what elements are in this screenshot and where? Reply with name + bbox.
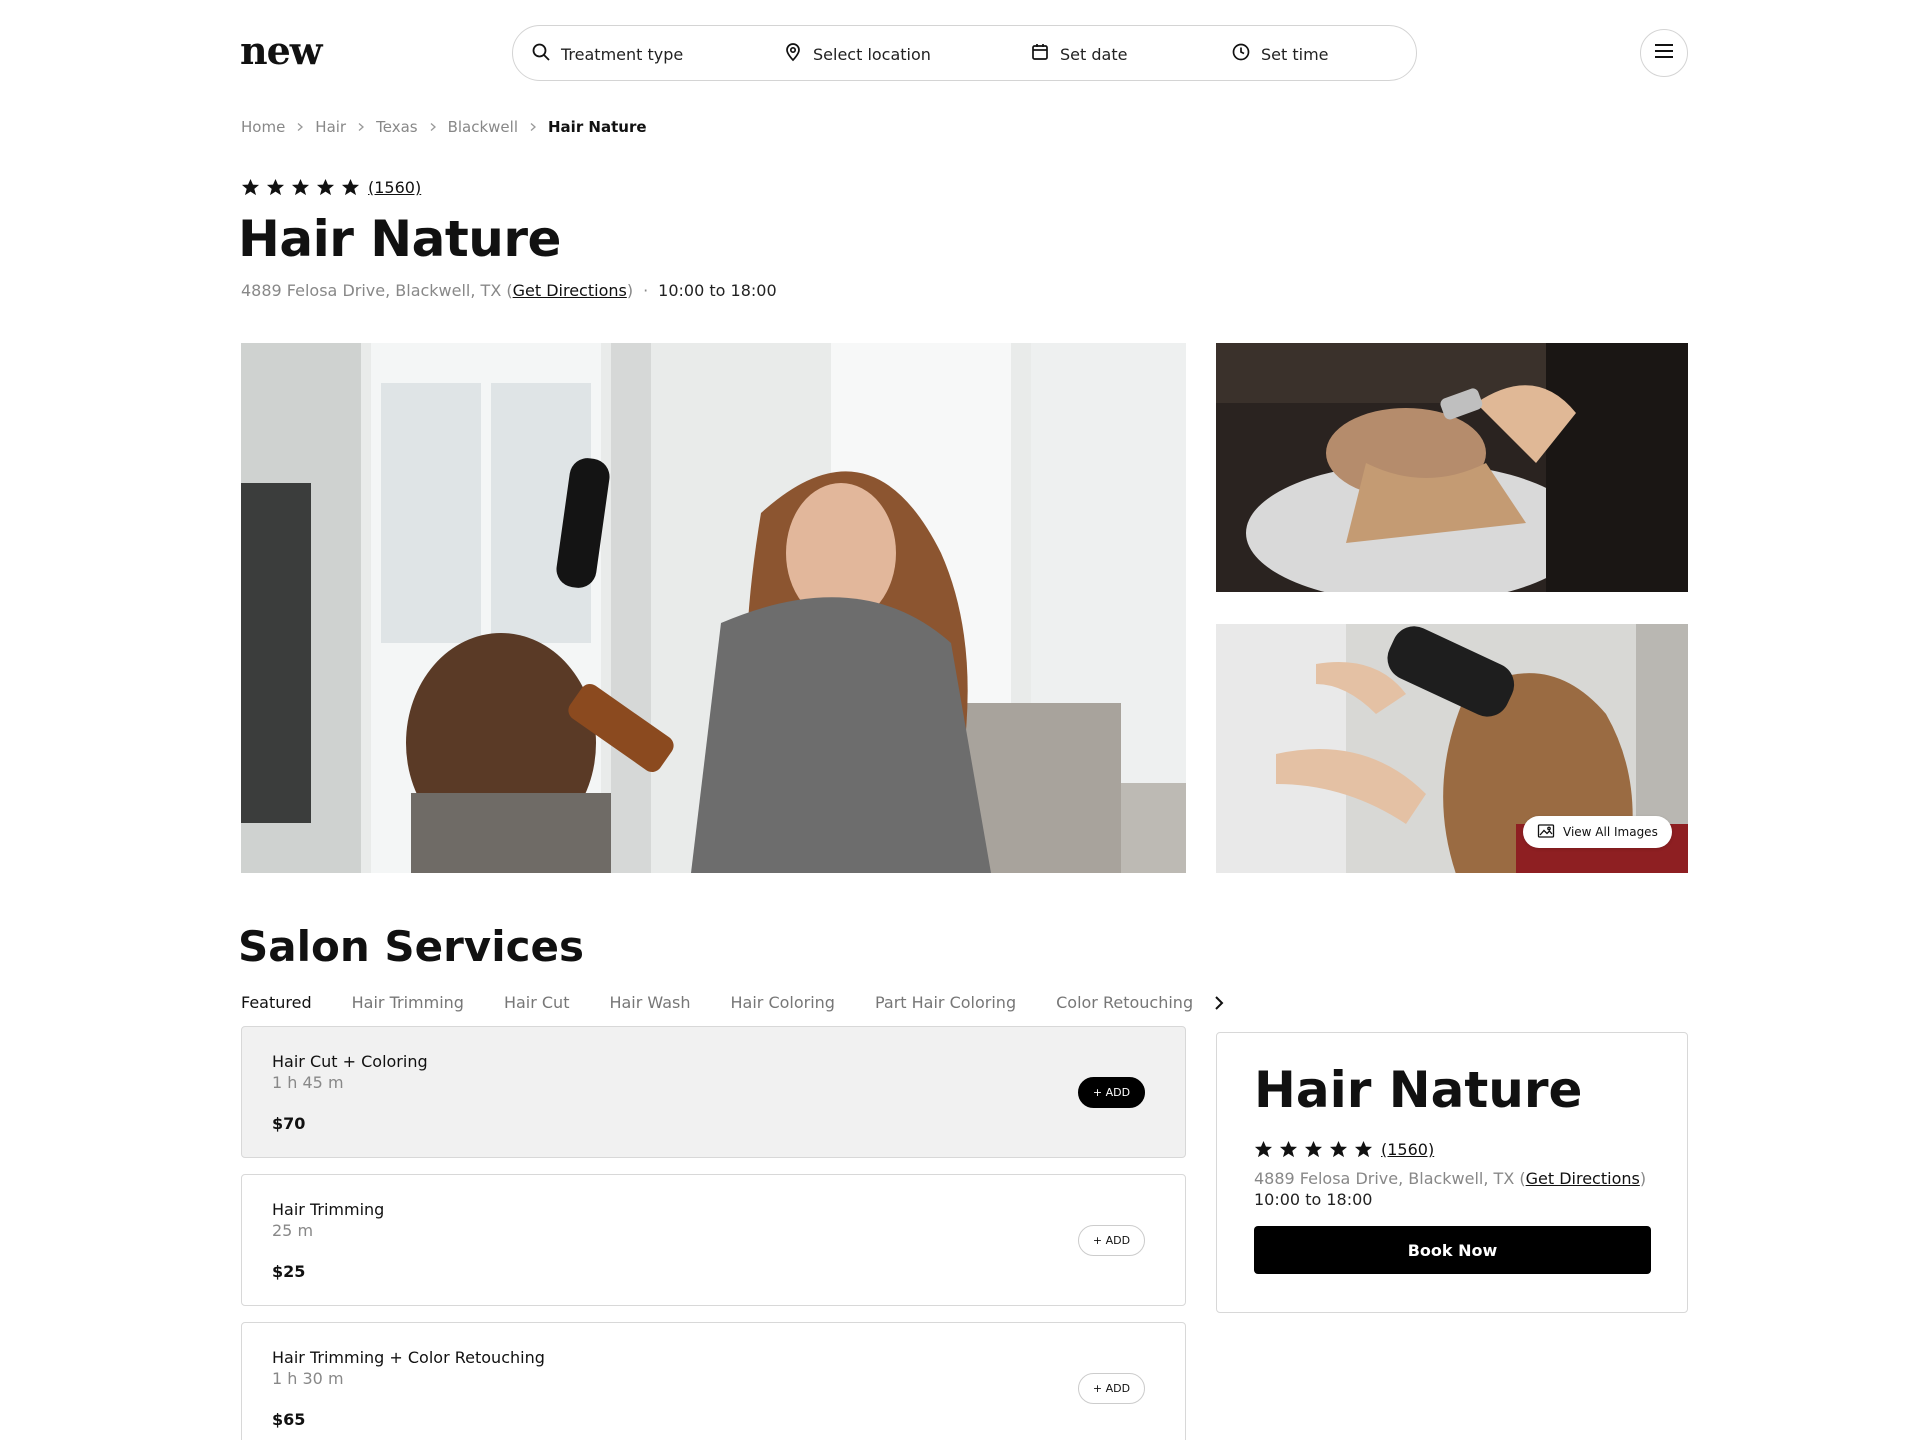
chevron-right-icon — [295, 122, 305, 132]
star-icon — [1254, 1140, 1273, 1158]
service-card[interactable]: Hair Cut + Coloring 1 h 45 m $70 + ADD — [241, 1026, 1186, 1158]
view-all-images-label: View All Images — [1563, 825, 1658, 839]
time-field[interactable]: Set time — [1231, 26, 1329, 82]
review-count-link[interactable]: (1560) — [1381, 1140, 1434, 1159]
star-icon — [1329, 1140, 1348, 1158]
breadcrumb-item-hair[interactable]: Hair — [315, 118, 346, 136]
opening-hours: 10:00 to 18:00 — [658, 281, 777, 300]
star-icon — [341, 178, 360, 196]
hamburger-icon — [1652, 39, 1676, 67]
breadcrumb-item-blackwell[interactable]: Blackwell — [448, 118, 518, 136]
search-bar: Treatment type Select location Set date … — [512, 25, 1417, 81]
map-pin-icon — [783, 42, 803, 66]
service-name: Hair Cut + Coloring — [272, 1052, 428, 1071]
get-directions-link[interactable]: Get Directions — [513, 281, 627, 300]
service-price: $25 — [272, 1262, 306, 1281]
service-name: Hair Trimming — [272, 1200, 385, 1219]
tab-hair-trimming[interactable]: Hair Trimming — [352, 993, 464, 1012]
breadcrumb-item-home[interactable]: Home — [241, 118, 285, 136]
booking-card-title: Hair Nature — [1254, 1061, 1583, 1119]
service-duration: 25 m — [272, 1221, 314, 1240]
address: 4889 Felosa Drive, Blackwell, TX — [1254, 1169, 1515, 1188]
image-icon — [1537, 822, 1555, 843]
chevron-right-icon — [356, 122, 366, 132]
booking-card-rating: (1560) — [1254, 1140, 1434, 1159]
service-price: $65 — [272, 1410, 306, 1429]
service-name: Hair Trimming + Color Retouching — [272, 1348, 545, 1367]
breadcrumb: Home Hair Texas Blackwell Hair Nature — [241, 118, 647, 136]
add-service-button[interactable]: + ADD — [1078, 1373, 1145, 1404]
add-service-button[interactable]: + ADD — [1078, 1225, 1145, 1256]
get-directions-link[interactable]: Get Directions — [1526, 1169, 1640, 1188]
location-label: Select location — [813, 44, 931, 64]
view-all-images-button[interactable]: View All Images — [1523, 816, 1672, 848]
chevron-right-icon — [528, 122, 538, 132]
breadcrumb-item-texas[interactable]: Texas — [376, 118, 417, 136]
service-card[interactable]: Hair Trimming 25 m $25 + ADD — [241, 1174, 1186, 1306]
star-icon — [291, 178, 310, 196]
star-rating — [1254, 1140, 1373, 1159]
search-icon — [531, 42, 551, 66]
services-title: Salon Services — [238, 922, 584, 971]
booking-card: Hair Nature (1560) 4889 Felosa Drive, Bl… — [1216, 1032, 1688, 1313]
date-field[interactable]: Set date — [1030, 26, 1127, 82]
star-icon — [1279, 1140, 1298, 1158]
opening-hours: 10:00 to 18:00 — [1254, 1190, 1373, 1209]
service-duration: 1 h 45 m — [272, 1073, 344, 1092]
service-duration: 1 h 30 m — [272, 1369, 344, 1388]
breadcrumb-current: Hair Nature — [548, 118, 647, 136]
service-tabs: Featured Hair Trimming Hair Cut Hair Was… — [241, 993, 1227, 1012]
address: 4889 Felosa Drive, Blackwell, TX — [241, 281, 502, 300]
star-icon — [266, 178, 285, 196]
separator-dot: · — [643, 281, 649, 300]
menu-button[interactable] — [1640, 29, 1688, 77]
service-price: $70 — [272, 1114, 306, 1133]
main-salon-photo[interactable] — [241, 343, 1186, 873]
page-title: Hair Nature — [238, 210, 561, 268]
treatment-type-label: Treatment type — [561, 44, 684, 64]
tab-color-retouching[interactable]: Color Retouching — [1056, 993, 1193, 1012]
tab-hair-coloring[interactable]: Hair Coloring — [731, 993, 835, 1012]
treatment-type-field[interactable]: Treatment type — [531, 26, 683, 82]
address-line: 4889 Felosa Drive, Blackwell, TX (Get Di… — [241, 281, 777, 300]
star-icon — [1354, 1140, 1373, 1158]
review-count-link[interactable]: (1560) — [368, 178, 421, 197]
star-icon — [316, 178, 335, 196]
booking-card-address: 4889 Felosa Drive, Blackwell, TX (Get Di… — [1254, 1169, 1647, 1188]
star-rating — [241, 178, 360, 197]
clock-icon — [1231, 42, 1251, 66]
hair-wash-photo[interactable] — [1216, 343, 1688, 592]
tab-hair-wash[interactable]: Hair Wash — [609, 993, 690, 1012]
time-label: Set time — [1261, 44, 1329, 64]
location-field[interactable]: Select location — [783, 26, 931, 82]
tab-hair-cut[interactable]: Hair Cut — [504, 993, 570, 1012]
rating: (1560) — [241, 178, 421, 197]
star-icon — [1304, 1140, 1323, 1158]
tab-part-hair-coloring[interactable]: Part Hair Coloring — [875, 993, 1016, 1012]
tab-featured[interactable]: Featured — [241, 993, 312, 1012]
chevron-right-icon — [428, 122, 438, 132]
logo[interactable]: new — [240, 28, 323, 73]
star-icon — [241, 178, 260, 196]
add-service-button[interactable]: + ADD — [1078, 1077, 1145, 1108]
date-label: Set date — [1060, 44, 1128, 64]
chevron-right-icon[interactable] — [1211, 995, 1227, 1011]
service-card[interactable]: Hair Trimming + Color Retouching 1 h 30 … — [241, 1322, 1186, 1440]
book-now-button[interactable]: Book Now — [1254, 1226, 1651, 1274]
calendar-icon — [1030, 42, 1050, 66]
